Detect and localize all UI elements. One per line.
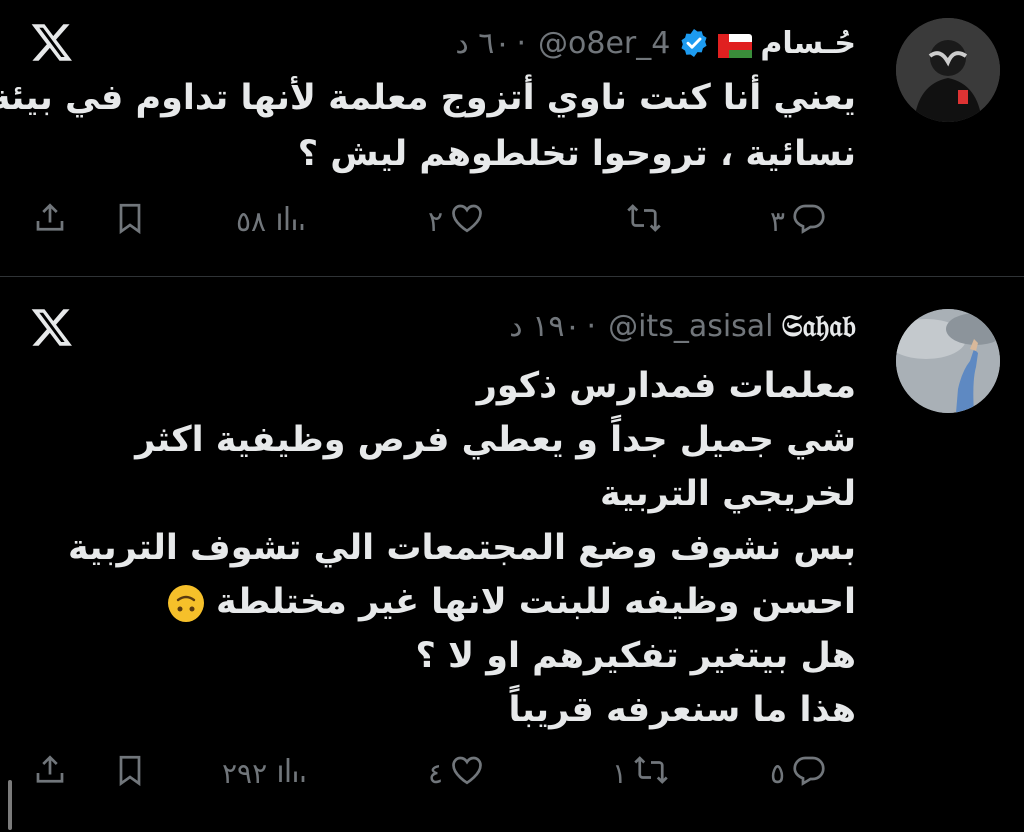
action-bar: ٣ ٢ ٥٨ <box>0 196 1024 246</box>
tweet-text: معلمات فمدارس ذكور شي جميل جداً و يعطي ف… <box>68 359 856 737</box>
views-count: ٢٩٢ <box>222 756 268 790</box>
reply-count: ٣ <box>770 204 786 238</box>
tweet-text: يعني أنا كنت ناوي أتزوج معلمة لأنها تداو… <box>0 70 856 182</box>
reply-button[interactable]: ٣ <box>770 196 827 246</box>
tweet-header: حُـسام @o8er_4 · ٦٠ د <box>455 18 856 68</box>
scrollbar[interactable] <box>8 780 12 830</box>
retweet-count: ١ <box>612 756 628 790</box>
timestamp[interactable]: ٦٠ د <box>455 26 510 61</box>
share-icon <box>32 200 68 243</box>
avatar[interactable] <box>896 18 1000 122</box>
share-button[interactable] <box>32 748 68 798</box>
views-count: ٥٨ <box>236 204 267 238</box>
author-name[interactable]: حُـسام <box>760 26 856 61</box>
tweet-line: معلمات فمدارس ذكور <box>476 366 856 406</box>
tweet-line: نسائية ، تروحوا تخلطوهم ليش ؟ <box>297 134 856 174</box>
separator-dot: · <box>516 25 527 61</box>
x-logo-icon[interactable] <box>30 20 74 64</box>
like-icon <box>449 200 485 243</box>
action-bar: ٥ ١ ٤ ٢٩٢ <box>0 748 1024 798</box>
reply-count: ٥ <box>770 756 786 790</box>
tweet-line: احسن وظيفه للبنت لانها غير مختلطة <box>216 582 856 622</box>
separator-dot: · <box>586 308 597 344</box>
tweet[interactable]: حُـسام @o8er_4 · ٦٠ د يعني أنا كنت ناوي … <box>0 0 1024 277</box>
reply-button[interactable]: ٥ <box>770 748 827 798</box>
tweet-line: بس نشوف وضع المجتمعات الي تشوف التربية <box>68 528 856 568</box>
retweet-icon <box>633 752 669 795</box>
like-count: ٤ <box>428 756 444 790</box>
views-button[interactable]: ٥٨ <box>236 196 308 246</box>
tweet-line: لخريجي التربية <box>600 474 856 514</box>
oman-flag-icon <box>718 31 753 58</box>
views-icon <box>272 200 308 243</box>
timestamp[interactable]: ١٩٠ د <box>509 309 580 344</box>
bookmark-icon <box>112 752 148 795</box>
like-button[interactable]: ٤ <box>428 748 485 798</box>
retweet-icon <box>626 200 662 243</box>
tweet-line: هذا ما سنعرفه قريباً <box>508 690 857 730</box>
tweet-line: شي جميل جداً و يعطي فرص وظيفية اكثر <box>135 420 856 460</box>
like-icon <box>449 752 485 795</box>
share-button[interactable] <box>32 196 68 246</box>
reply-icon <box>791 200 827 243</box>
avatar[interactable] <box>896 309 1000 413</box>
tweet-line-with-emoji: احسن وظيفه للبنت لانها غير مختلطة <box>68 575 856 629</box>
share-icon <box>32 752 68 795</box>
author-handle[interactable]: @its_asisal <box>608 309 773 344</box>
tweet-header: 𝔖𝔞𝔥𝔞𝔟 @its_asisal · ١٩٠ د <box>509 301 856 351</box>
retweet-button[interactable] <box>620 196 662 246</box>
upside-down-face-icon <box>167 585 204 622</box>
tweet-line: هل بيتغير تفكيرهم او لا ؟ <box>415 636 856 676</box>
retweet-button[interactable]: ١ <box>612 748 669 798</box>
tweet-line: يعني أنا كنت ناوي أتزوج معلمة لأنها تداو… <box>0 78 856 118</box>
tweet[interactable]: 𝔖𝔞𝔥𝔞𝔟 @its_asisal · ١٩٠ د معلمات فمدارس … <box>0 277 1024 832</box>
author-name[interactable]: 𝔖𝔞𝔥𝔞𝔟 <box>782 309 856 344</box>
verified-icon <box>678 27 710 59</box>
views-button[interactable]: ٢٩٢ <box>222 748 309 798</box>
views-icon <box>273 752 309 795</box>
like-button[interactable]: ٢ <box>428 196 485 246</box>
reply-icon <box>791 752 827 795</box>
author-handle[interactable]: @o8er_4 <box>538 26 670 61</box>
x-logo-icon[interactable] <box>30 305 74 349</box>
bookmark-button[interactable] <box>112 748 148 798</box>
like-count: ٢ <box>428 204 444 238</box>
bookmark-button[interactable] <box>112 196 148 246</box>
bookmark-icon <box>112 200 148 243</box>
